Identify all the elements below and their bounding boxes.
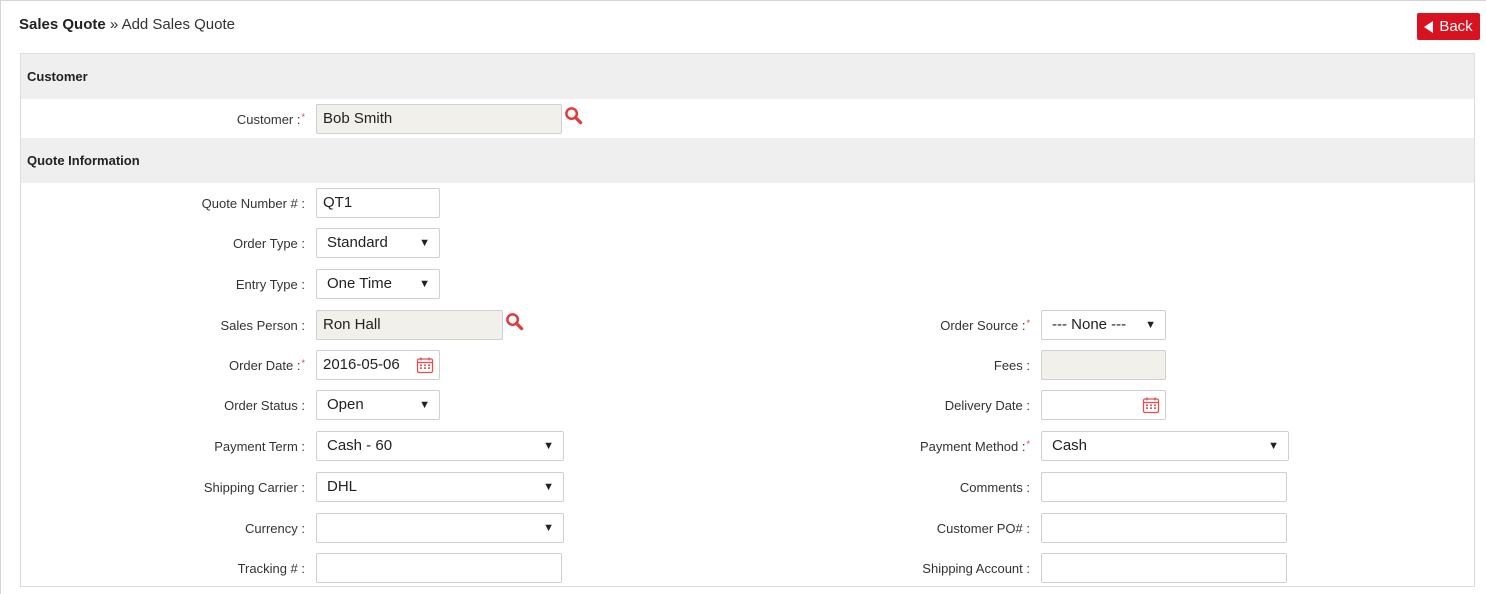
back-button[interactable]: Back (1417, 13, 1480, 40)
breadcrumb-current: Add Sales Quote (121, 16, 235, 33)
breadcrumb-root[interactable]: Sales Quote (19, 16, 106, 33)
sales-person-search-icon[interactable] (505, 312, 524, 331)
payment-method-value: Cash (1052, 437, 1088, 454)
comments-label: Comments : (959, 480, 1030, 495)
dropdown-arrow-icon: ▼ (419, 278, 430, 290)
payment-term-label: Payment Term : (214, 439, 305, 454)
customer-po-input[interactable] (1041, 513, 1287, 543)
order-source-label: Order Source :* (940, 318, 1030, 333)
sales-person-label: Sales Person : (220, 318, 305, 333)
order-status-label: Order Status : (224, 398, 305, 413)
order-status-select[interactable]: Open ▼ (316, 390, 440, 420)
order-source-value: --- None --- (1052, 316, 1127, 333)
shipping-carrier-value: DHL (327, 478, 358, 495)
payment-term-select[interactable]: Cash - 60 ▼ (316, 431, 564, 461)
back-arrow-icon (1424, 20, 1434, 33)
shipping-account-input[interactable] (1041, 553, 1287, 583)
dropdown-arrow-icon: ▼ (1145, 319, 1156, 331)
section-header-customer: Customer (21, 54, 1474, 99)
dropdown-arrow-icon: ▼ (543, 522, 554, 534)
payment-term-value: Cash - 60 (327, 437, 393, 454)
entry-type-select[interactable]: One Time ▼ (316, 269, 440, 299)
order-date-input[interactable]: 2016-05-06 (316, 350, 440, 380)
form-panel: Customer Customer :* Bob Smith Quote Inf… (20, 53, 1475, 587)
breadcrumb-separator: » (109, 16, 119, 33)
customer-label: Customer :* (236, 112, 305, 127)
order-date-label: Order Date :* (228, 358, 305, 373)
order-type-value: Standard (327, 234, 388, 251)
order-type-select[interactable]: Standard ▼ (316, 228, 440, 258)
currency-select[interactable]: ▼ (316, 513, 564, 543)
calendar-icon[interactable] (1142, 396, 1160, 414)
delivery-date-input[interactable] (1041, 390, 1166, 420)
delivery-date-label: Delivery Date : (944, 398, 1030, 413)
quote-number-input[interactable]: QT1 (316, 188, 440, 218)
sales-person-field[interactable]: Ron Hall (316, 310, 503, 340)
tracking-label: Tracking # : (237, 561, 305, 576)
dropdown-arrow-icon: ▼ (419, 237, 430, 249)
fees-field[interactable] (1041, 350, 1166, 380)
shipping-carrier-select[interactable]: DHL ▼ (316, 472, 564, 502)
order-source-select[interactable]: --- None --- ▼ (1041, 310, 1166, 340)
currency-label: Currency : (245, 521, 305, 536)
payment-method-select[interactable]: Cash ▼ (1041, 431, 1289, 461)
customer-field[interactable]: Bob Smith (316, 104, 562, 134)
quote-number-label: Quote Number # : (201, 196, 305, 211)
fees-label: Fees : (993, 358, 1030, 373)
calendar-icon[interactable] (416, 356, 434, 374)
customer-po-label: Customer PO# : (936, 521, 1030, 536)
shipping-account-label: Shipping Account : (922, 561, 1030, 576)
dropdown-arrow-icon: ▼ (543, 440, 554, 452)
customer-search-icon[interactable] (564, 106, 583, 125)
order-date-value: 2016-05-06 (323, 356, 400, 373)
shipping-carrier-label: Shipping Carrier : (203, 480, 305, 495)
comments-input[interactable] (1041, 472, 1287, 502)
dropdown-arrow-icon: ▼ (419, 399, 430, 411)
payment-method-label: Payment Method :* (919, 439, 1030, 454)
entry-type-label: Entry Type : (235, 277, 305, 292)
breadcrumb: Sales Quote » Add Sales Quote (19, 16, 235, 33)
section-header-quote-information: Quote Information (21, 138, 1474, 183)
entry-type-value: One Time (327, 275, 393, 292)
back-button-label: Back (1439, 18, 1473, 35)
dropdown-arrow-icon: ▼ (543, 481, 554, 493)
dropdown-arrow-icon: ▼ (1268, 440, 1279, 452)
order-status-value: Open (327, 396, 364, 413)
order-type-label: Order Type : (232, 236, 305, 251)
tracking-input[interactable] (316, 553, 562, 583)
